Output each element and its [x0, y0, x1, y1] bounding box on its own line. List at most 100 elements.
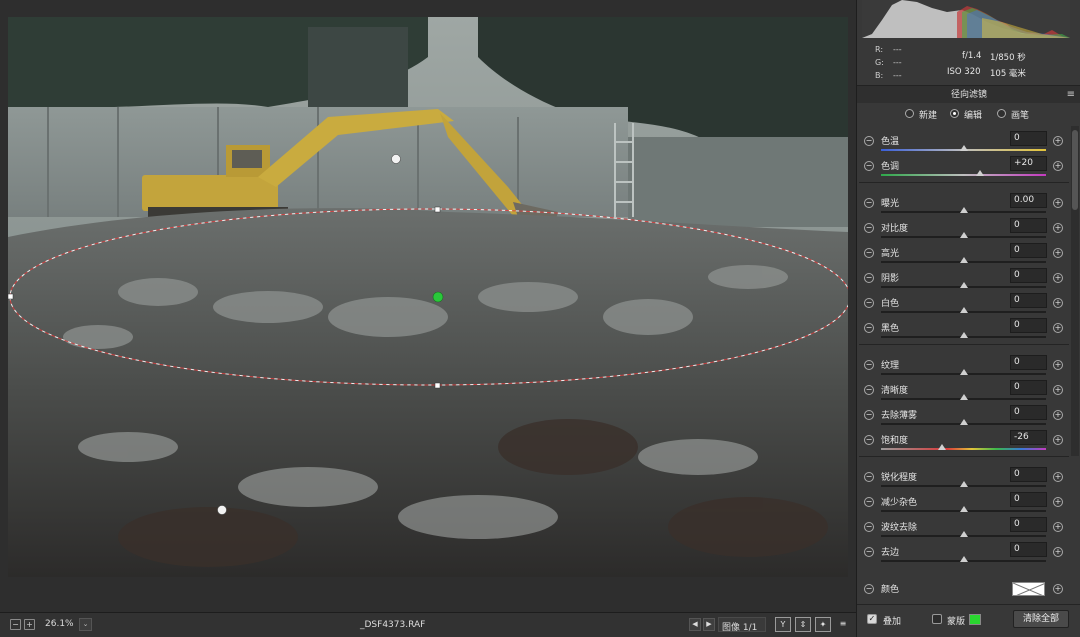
overlay-checkbox[interactable]: ✓ [867, 614, 877, 624]
slider-thumb[interactable] [959, 332, 968, 338]
slider-thumb[interactable] [959, 556, 968, 562]
slider-minus-button[interactable]: − [864, 360, 874, 370]
slider-plus-button[interactable]: + [1053, 360, 1063, 370]
scrollbar-thumb[interactable] [1072, 130, 1078, 210]
color-swatch[interactable] [1012, 582, 1045, 596]
slider-plus-button[interactable]: + [1053, 472, 1063, 482]
iso: ISO 320 [947, 67, 981, 77]
slider-value-input[interactable]: 0 [1010, 318, 1047, 333]
slider-minus-button[interactable]: − [864, 298, 874, 308]
slider-value-input[interactable]: -26 [1010, 430, 1047, 445]
image-canvas[interactable] [0, 0, 856, 612]
mode-new-label[interactable]: 新建 [919, 108, 937, 121]
mask-color-swatch[interactable] [969, 614, 981, 625]
slider-thumb[interactable] [959, 369, 968, 375]
slider-plus-button[interactable]: + [1053, 248, 1063, 258]
slider-minus-button[interactable]: − [864, 497, 874, 507]
slider-thumb[interactable] [959, 145, 968, 151]
slider-minus-button[interactable]: − [864, 248, 874, 258]
slider-minus-button[interactable]: − [864, 323, 874, 333]
slider-plus-button[interactable]: + [1053, 223, 1063, 233]
slider-thumb[interactable] [959, 481, 968, 487]
color-minus-button[interactable]: − [864, 584, 874, 594]
slider-plus-button[interactable]: + [1053, 161, 1063, 171]
photo-preview[interactable] [8, 17, 848, 577]
next-image-button[interactable]: ▶ [703, 618, 715, 631]
slider-thumb[interactable] [959, 207, 968, 213]
slider-value-input[interactable]: 0 [1010, 131, 1047, 146]
mode-new-radio[interactable] [905, 109, 914, 118]
slider-value-input[interactable]: 0 [1010, 355, 1047, 370]
slider-row: − 波纹去除 0 + [857, 516, 1071, 541]
mode-edit-radio[interactable] [950, 109, 959, 118]
slider-track[interactable] [881, 448, 1046, 450]
slider-value-input[interactable]: 0.00 [1010, 193, 1047, 208]
slider-thumb[interactable] [959, 531, 968, 537]
slider-plus-button[interactable]: + [1053, 385, 1063, 395]
zoom-dropdown[interactable]: ⌄ [79, 618, 92, 631]
before-after-view-button[interactable]: Y [775, 617, 791, 632]
zoom-out-button[interactable]: − [10, 619, 21, 630]
slider-plus-button[interactable]: + [1053, 547, 1063, 557]
slider-value-input[interactable]: 0 [1010, 243, 1047, 258]
overlay-label[interactable]: 叠加 [883, 614, 901, 627]
mask-label[interactable]: 蒙版 [947, 614, 965, 627]
slider-plus-button[interactable]: + [1053, 435, 1063, 445]
slider-value-input[interactable]: 0 [1010, 517, 1047, 532]
slider-value-input[interactable]: 0 [1010, 380, 1047, 395]
swap-settings-button[interactable]: ⇕ [795, 617, 811, 632]
slider-value-input[interactable]: 0 [1010, 218, 1047, 233]
slider-thumb[interactable] [938, 444, 947, 450]
slider-thumb[interactable] [959, 257, 968, 263]
mask-checkbox[interactable] [932, 614, 942, 624]
slider-minus-button[interactable]: − [864, 472, 874, 482]
slider-thumb[interactable] [959, 232, 968, 238]
slider-value-input[interactable]: 0 [1010, 293, 1047, 308]
mode-brush-label[interactable]: 画笔 [1011, 108, 1029, 121]
slider-minus-button[interactable]: − [864, 435, 874, 445]
zoom-in-button[interactable]: + [24, 619, 35, 630]
slider-thumb[interactable] [959, 419, 968, 425]
color-plus-button[interactable]: + [1053, 584, 1063, 594]
clear-all-button[interactable]: 清除全部 [1013, 610, 1069, 628]
slider-track[interactable] [881, 174, 1046, 176]
filter-handle-top [434, 206, 441, 213]
slider-minus-button[interactable]: − [864, 161, 874, 171]
slider-plus-button[interactable]: + [1053, 522, 1063, 532]
slider-value-input[interactable]: 0 [1010, 467, 1047, 482]
slider-plus-button[interactable]: + [1053, 198, 1063, 208]
slider-plus-button[interactable]: + [1053, 136, 1063, 146]
slider-minus-button[interactable]: − [864, 522, 874, 532]
slider-plus-button[interactable]: + [1053, 273, 1063, 283]
slider-thumb[interactable] [959, 394, 968, 400]
slider-minus-button[interactable]: − [864, 410, 874, 420]
slider-thumb[interactable] [976, 170, 984, 176]
slider-minus-button[interactable]: − [864, 223, 874, 233]
slider-value-input[interactable]: 0 [1010, 268, 1047, 283]
slider-thumb[interactable] [959, 506, 968, 512]
slider-thumb[interactable] [959, 307, 968, 313]
menu-icon[interactable]: ≡ [1067, 86, 1075, 104]
color-label: 颜色 [881, 585, 900, 595]
slider-value-input[interactable]: 0 [1010, 405, 1047, 420]
slider-minus-button[interactable]: − [864, 136, 874, 146]
slider-plus-button[interactable]: + [1053, 323, 1063, 333]
previous-image-button[interactable]: ◀ [689, 618, 701, 631]
slider-minus-button[interactable]: − [864, 547, 874, 557]
image-count: 图像 1/1 [722, 623, 758, 633]
copy-settings-button[interactable]: ✦ [815, 617, 831, 632]
mode-brush-radio[interactable] [997, 109, 1006, 118]
panel-scrollbar[interactable] [1071, 126, 1079, 456]
slider-minus-button[interactable]: − [864, 273, 874, 283]
slider-minus-button[interactable]: − [864, 198, 874, 208]
slider-plus-button[interactable]: + [1053, 298, 1063, 308]
preview-settings-icon[interactable]: ≡ [835, 617, 851, 632]
slider-value-input[interactable]: 0 [1010, 492, 1047, 507]
mode-edit-label[interactable]: 编辑 [964, 108, 982, 121]
slider-value-input[interactable]: 0 [1010, 542, 1047, 557]
slider-plus-button[interactable]: + [1053, 497, 1063, 507]
slider-plus-button[interactable]: + [1053, 410, 1063, 420]
slider-thumb[interactable] [959, 282, 968, 288]
slider-minus-button[interactable]: − [864, 385, 874, 395]
slider-value-input[interactable]: +20 [1010, 156, 1047, 171]
